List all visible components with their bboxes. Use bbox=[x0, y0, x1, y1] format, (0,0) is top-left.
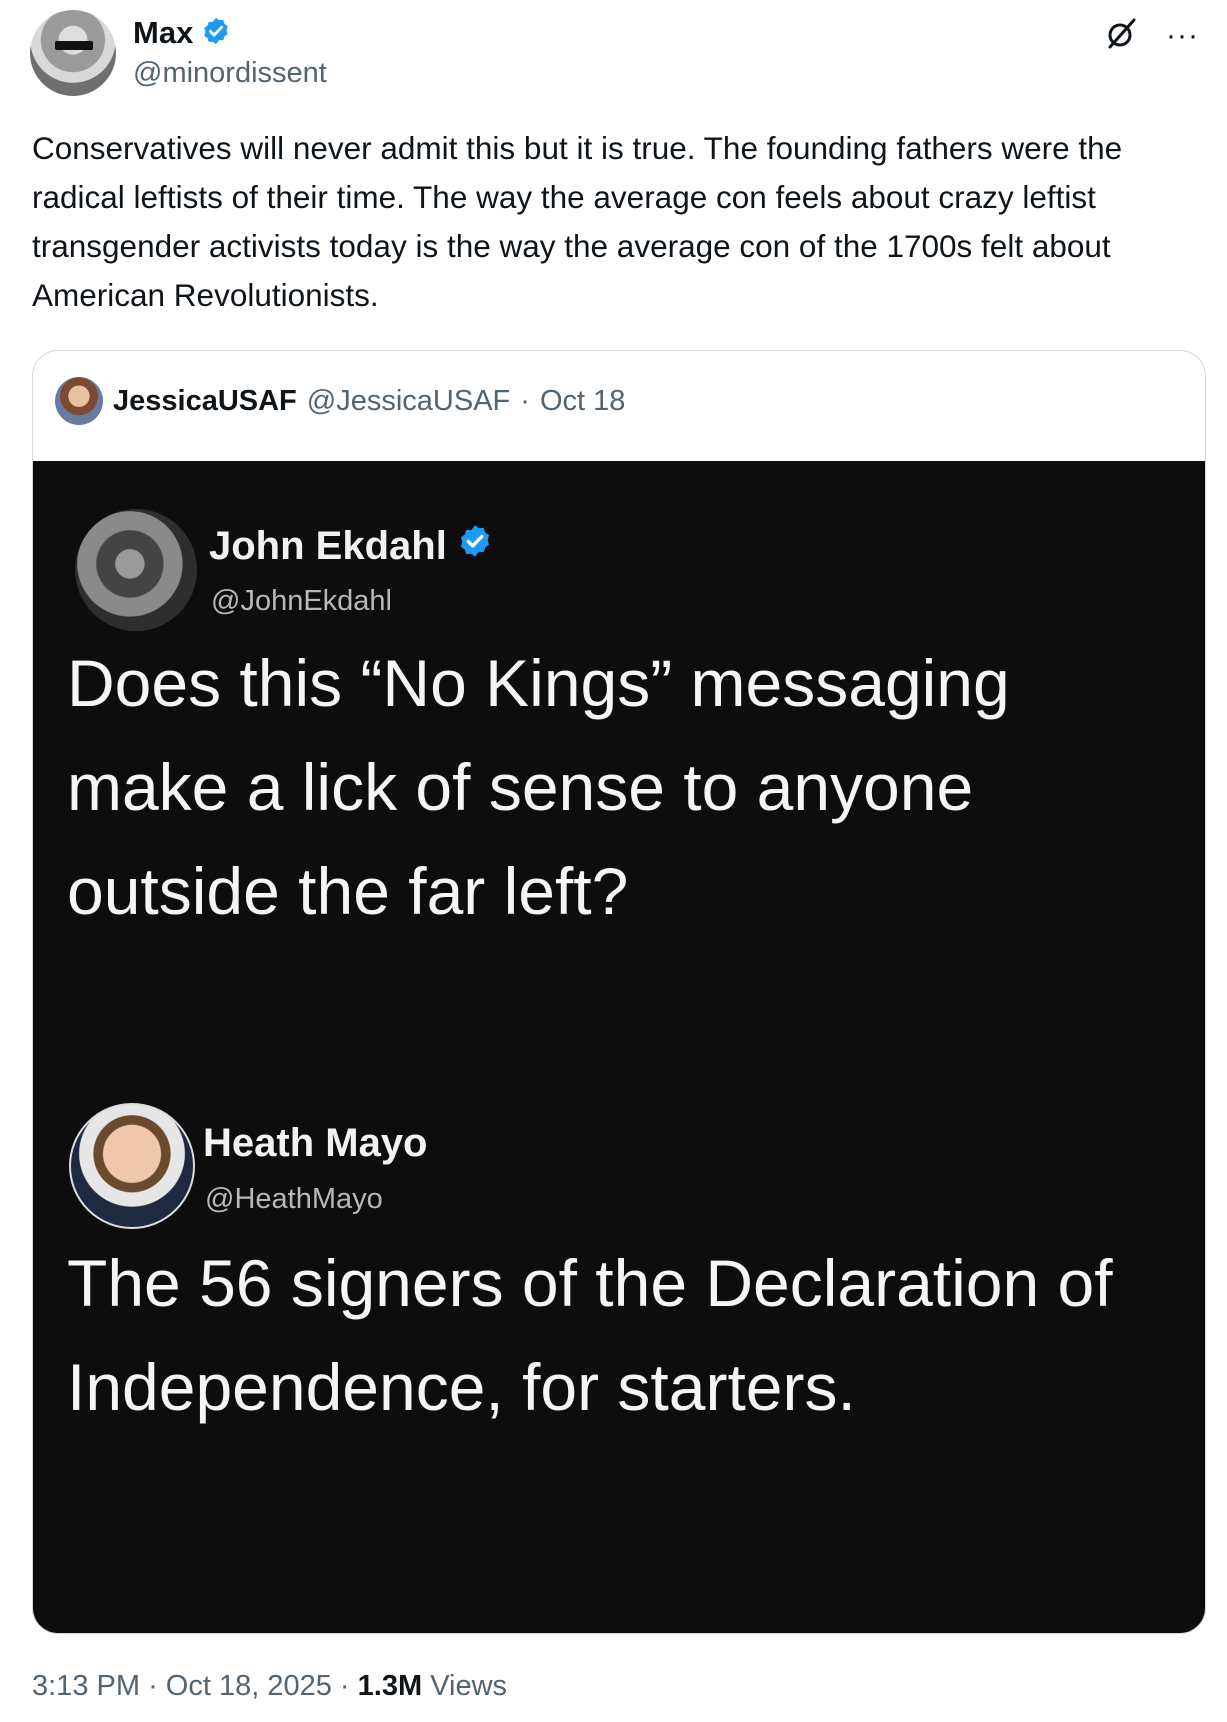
john-ekdahl-avatar bbox=[75, 509, 197, 631]
heath-mayo-avatar bbox=[69, 1103, 195, 1229]
john-ekdahl-text: Does this “No Kings” messaging make a li… bbox=[67, 646, 1010, 928]
sunglasses-decoration bbox=[55, 41, 93, 50]
quoted-separator: · bbox=[520, 384, 530, 417]
tweet-text: Conservatives will never admit this but … bbox=[32, 130, 1123, 313]
footer-separator: · bbox=[148, 1670, 158, 1702]
john-ekdahl-name: John Ekdahl bbox=[209, 523, 447, 568]
quoted-date[interactable]: Oct 18 bbox=[540, 385, 625, 418]
quoted-author-avatar[interactable] bbox=[55, 377, 103, 425]
quoted-tweet-card[interactable]: JessicaUSAF @JessicaUSAF · Oct 18 John E… bbox=[32, 350, 1206, 1634]
author-display-name[interactable]: Max bbox=[133, 15, 193, 51]
author-handle[interactable]: @minordissent bbox=[133, 57, 327, 90]
quoted-author-handle[interactable]: @JessicaUSAF bbox=[307, 385, 510, 418]
verified-badge-icon bbox=[201, 16, 231, 51]
grok-icon[interactable] bbox=[1104, 16, 1138, 55]
footer-separator: · bbox=[339, 1670, 350, 1702]
more-icon[interactable]: ··· bbox=[1166, 20, 1199, 51]
heath-mayo-handle: @HeathMayo bbox=[205, 1183, 383, 1215]
tweet-date[interactable]: Oct 18, 2025 bbox=[166, 1670, 332, 1702]
quoted-tweet-header: JessicaUSAF @JessicaUSAF · Oct 18 bbox=[55, 377, 625, 425]
tweet-metadata: 3:13 PM · Oct 18, 2025 · 1.3M Views bbox=[32, 1670, 507, 1703]
heath-mayo-text: The 56 signers of the Declaration of Ind… bbox=[67, 1246, 1113, 1424]
tweet-time[interactable]: 3:13 PM bbox=[32, 1670, 140, 1702]
john-ekdahl-handle: @JohnEkdahl bbox=[211, 585, 392, 617]
quoted-author-name[interactable]: JessicaUSAF bbox=[113, 385, 297, 418]
heath-mayo-name: Heath Mayo bbox=[203, 1121, 428, 1165]
quoted-screenshot-image[interactable]: John Ekdahl @JohnEkdahl Does this “No Ki… bbox=[33, 461, 1205, 1633]
author-avatar[interactable] bbox=[30, 10, 116, 96]
views-count[interactable]: 1.3M bbox=[358, 1670, 422, 1702]
views-label: Views bbox=[430, 1670, 508, 1702]
verified-badge-icon bbox=[457, 523, 493, 569]
header-actions: ··· bbox=[1104, 16, 1199, 55]
author-name-row: Max bbox=[133, 15, 231, 51]
john-ekdahl-name-row: John Ekdahl bbox=[209, 523, 493, 569]
